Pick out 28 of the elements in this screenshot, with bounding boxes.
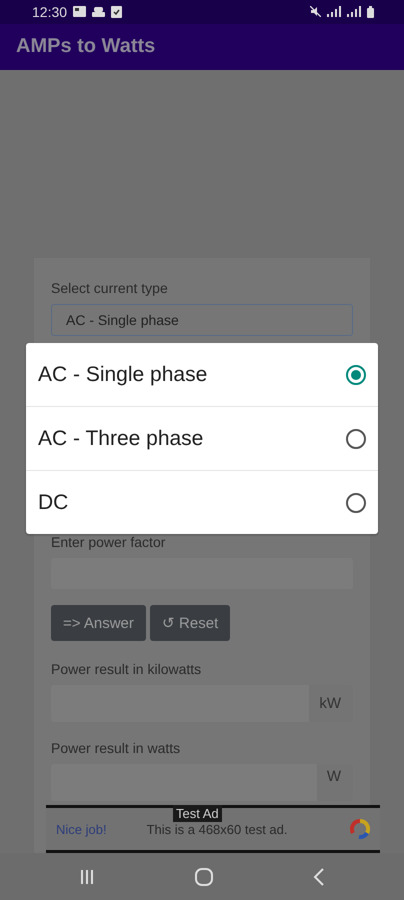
home-icon[interactable] [194,866,214,886]
option-item[interactable]: AC - Single phase [26,343,378,406]
ad-logo-icon [350,819,370,839]
app-title: AMPs to Watts [16,35,156,58]
recent-apps-icon[interactable] [79,868,96,884]
signal-icon [347,6,361,18]
battery-icon [367,6,374,18]
clipboard-icon [111,6,122,18]
radio-button[interactable] [346,364,366,384]
field-label: Power result in kilowatts [51,661,202,677]
action-button[interactable]: ↺ Reset [150,605,230,641]
option-item[interactable]: AC - Three phase [26,406,378,470]
current-type-select[interactable]: AC - Single phase [51,304,353,336]
action-button[interactable]: => Answer [51,605,146,641]
ad-banner[interactable]: Test Ad Nice job! This is a 468x60 test ad. [46,805,380,853]
ad-badge: Test Ad [173,805,222,822]
image-icon [73,6,86,18]
mute-icon [310,6,321,18]
field-label: Power result in watts [51,740,182,756]
ad-text: This is a 468x60 test ad. [146,822,288,836]
radio-button[interactable] [346,428,366,448]
option-item[interactable]: DC [26,470,378,534]
field-label: Enter power factor [51,534,166,550]
radio-button[interactable] [346,492,366,512]
signal-icon [327,6,341,18]
back-icon[interactable] [312,868,325,886]
status-time: 12:30 [32,4,68,20]
field-label: Select current type [51,280,169,296]
